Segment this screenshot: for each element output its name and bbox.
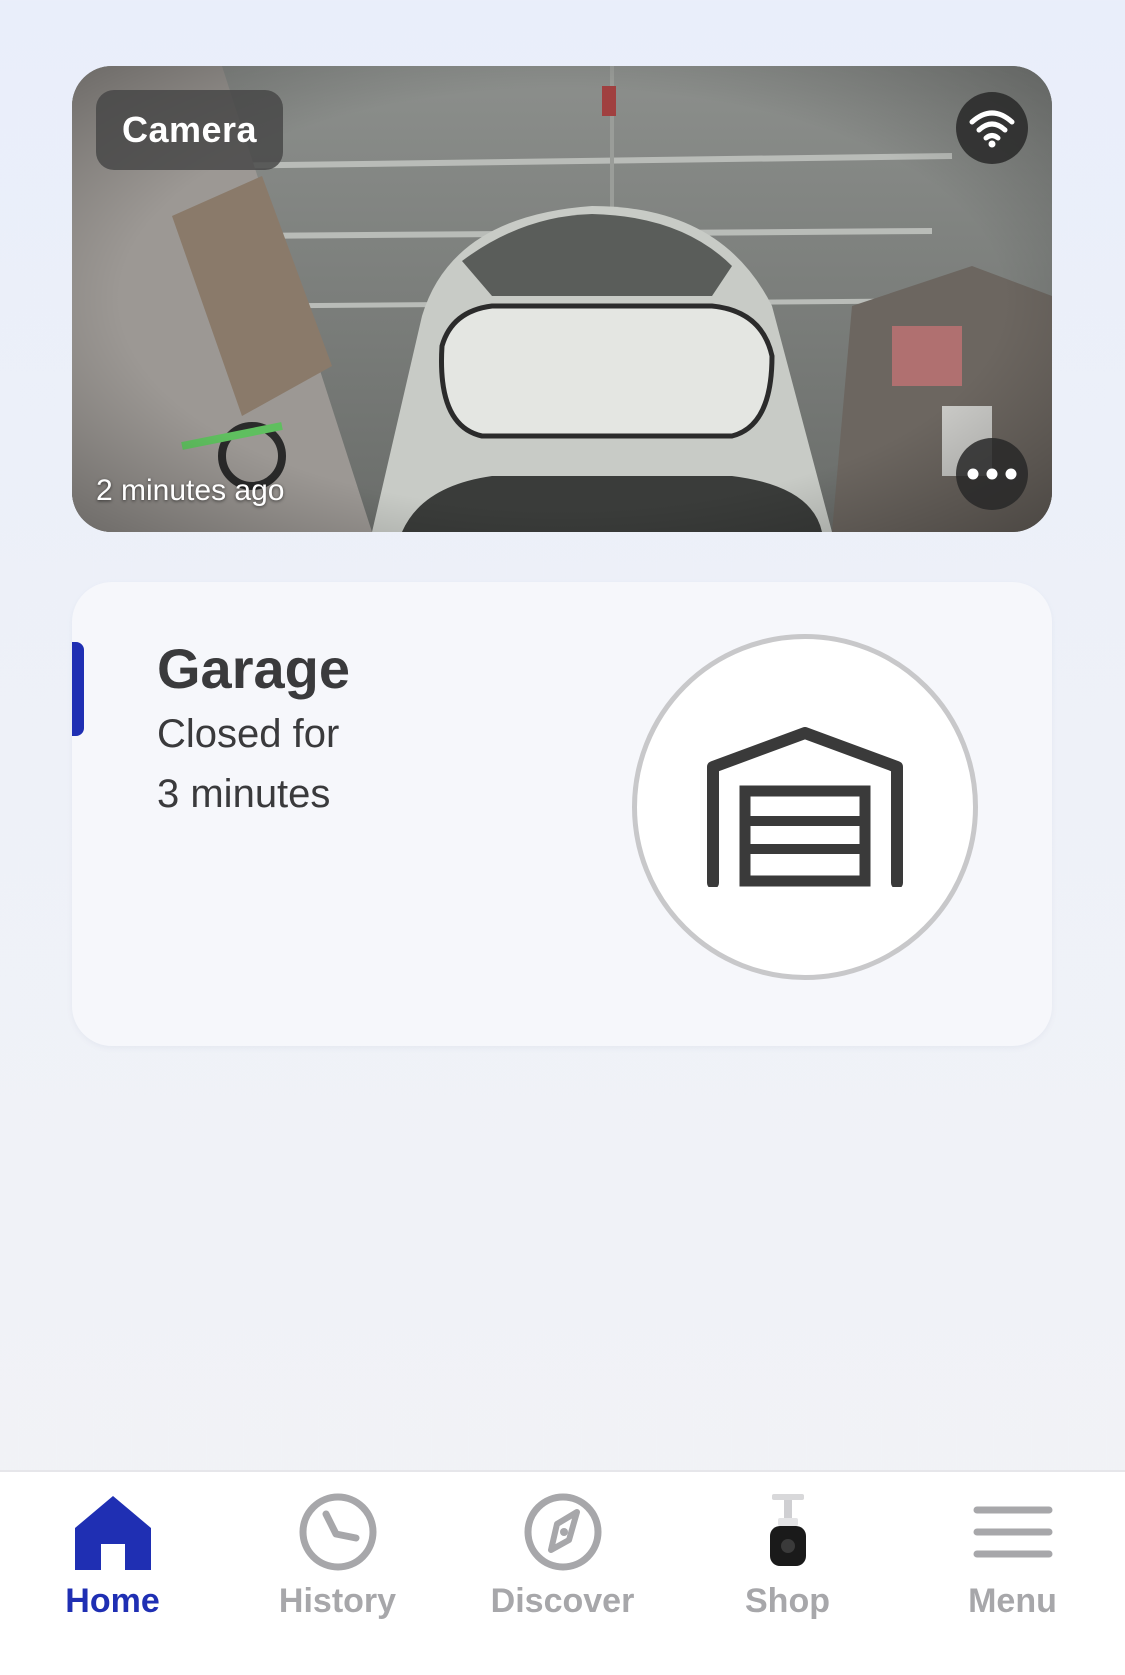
nav-label-history: History <box>278 1582 397 1620</box>
garage-title: Garage <box>157 637 350 700</box>
camera-timestamp: 2 minutes ago <box>96 474 285 507</box>
nav-label-discover: Discover <box>490 1582 635 1620</box>
more-options-button[interactable] <box>956 438 1028 510</box>
bottom-nav: Home History Discover Shop Menu <box>0 1470 1125 1675</box>
nav-item-history[interactable]: History <box>225 1472 450 1675</box>
wifi-icon <box>956 92 1028 164</box>
clock-icon <box>294 1488 382 1576</box>
nav-label-menu: Menu <box>968 1582 1057 1620</box>
garage-status: Closed for 3 minutes <box>157 704 457 824</box>
camera-label: Camera <box>96 90 284 170</box>
home-icon <box>69 1488 157 1576</box>
nav-item-shop[interactable]: Shop <box>675 1472 900 1675</box>
garage-door-toggle-button[interactable] <box>632 634 978 980</box>
camera-card[interactable]: Camera 2 minutes ago <box>72 66 1052 532</box>
camera-product-icon <box>744 1488 832 1576</box>
nav-label-home: Home <box>65 1582 160 1620</box>
nav-label-shop: Shop <box>745 1582 830 1620</box>
garage-status-line2: 3 minutes <box>157 772 331 816</box>
garage-door-icon <box>707 727 903 887</box>
garage-status-line1: Closed for <box>157 712 340 756</box>
nav-item-discover[interactable]: Discover <box>450 1472 675 1675</box>
compass-icon <box>519 1488 607 1576</box>
hamburger-icon <box>969 1488 1057 1576</box>
garage-card[interactable]: Garage Closed for 3 minutes <box>72 582 1052 1046</box>
nav-item-home[interactable]: Home <box>0 1472 225 1675</box>
accent-bar <box>72 642 84 736</box>
more-icon <box>967 468 1017 480</box>
nav-item-menu[interactable]: Menu <box>900 1472 1125 1675</box>
